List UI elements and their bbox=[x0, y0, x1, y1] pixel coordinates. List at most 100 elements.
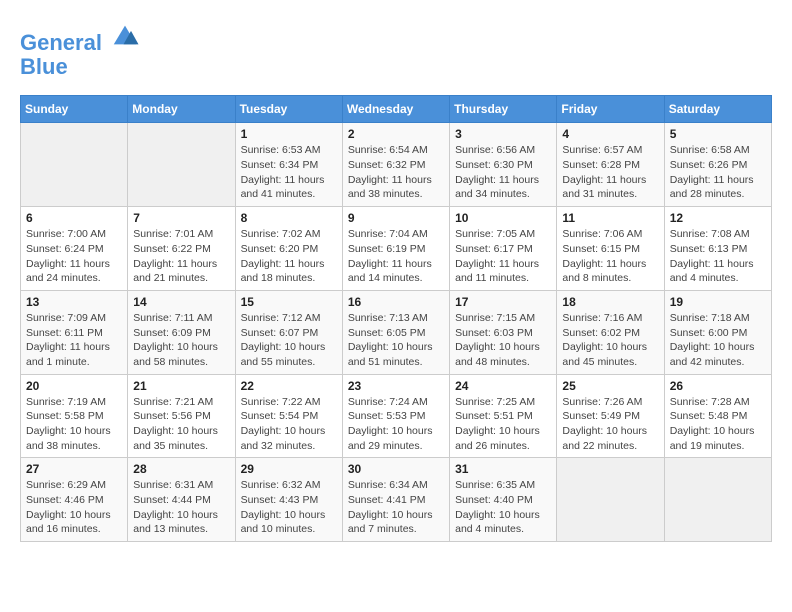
sunset-label: Sunset: 5:58 PM bbox=[26, 410, 104, 422]
day-info: Sunrise: 7:22 AM Sunset: 5:54 PM Dayligh… bbox=[241, 395, 337, 454]
daylight-label: Daylight: 10 hours and 13 minutes. bbox=[133, 509, 218, 536]
daylight-label: Daylight: 11 hours and 21 minutes. bbox=[133, 258, 217, 285]
daylight-label: Daylight: 10 hours and 22 minutes. bbox=[562, 425, 647, 452]
day-info: Sunrise: 6:32 AM Sunset: 4:43 PM Dayligh… bbox=[241, 478, 337, 537]
day-number: 30 bbox=[348, 462, 444, 476]
sunset-label: Sunset: 6:11 PM bbox=[26, 327, 103, 339]
calendar-cell: 21 Sunrise: 7:21 AM Sunset: 5:56 PM Dayl… bbox=[128, 374, 235, 458]
day-number: 18 bbox=[562, 295, 658, 309]
day-number: 1 bbox=[241, 127, 337, 141]
calendar-cell: 20 Sunrise: 7:19 AM Sunset: 5:58 PM Dayl… bbox=[21, 374, 128, 458]
sunrise-label: Sunrise: 7:16 AM bbox=[562, 312, 642, 324]
day-info: Sunrise: 7:19 AM Sunset: 5:58 PM Dayligh… bbox=[26, 395, 122, 454]
sunrise-label: Sunrise: 7:15 AM bbox=[455, 312, 535, 324]
daylight-label: Daylight: 11 hours and 38 minutes. bbox=[348, 174, 432, 201]
calendar-cell: 15 Sunrise: 7:12 AM Sunset: 6:07 PM Dayl… bbox=[235, 290, 342, 374]
day-info: Sunrise: 7:11 AM Sunset: 6:09 PM Dayligh… bbox=[133, 311, 229, 370]
day-number: 23 bbox=[348, 379, 444, 393]
daylight-label: Daylight: 11 hours and 4 minutes. bbox=[670, 258, 754, 285]
daylight-label: Daylight: 10 hours and 4 minutes. bbox=[455, 509, 540, 536]
weekday-header: Saturday bbox=[664, 96, 771, 123]
sunset-label: Sunset: 4:46 PM bbox=[26, 494, 104, 506]
sunrise-label: Sunrise: 6:29 AM bbox=[26, 479, 106, 491]
daylight-label: Daylight: 10 hours and 58 minutes. bbox=[133, 341, 218, 368]
sunset-label: Sunset: 6:02 PM bbox=[562, 327, 640, 339]
day-number: 24 bbox=[455, 379, 551, 393]
sunset-label: Sunset: 6:19 PM bbox=[348, 243, 426, 255]
calendar-cell: 3 Sunrise: 6:56 AM Sunset: 6:30 PM Dayli… bbox=[450, 123, 557, 207]
daylight-label: Daylight: 10 hours and 51 minutes. bbox=[348, 341, 433, 368]
day-number: 22 bbox=[241, 379, 337, 393]
calendar-cell bbox=[21, 123, 128, 207]
day-number: 4 bbox=[562, 127, 658, 141]
daylight-label: Daylight: 10 hours and 29 minutes. bbox=[348, 425, 433, 452]
page-header: General Blue bbox=[20, 20, 772, 79]
calendar-week-row: 1 Sunrise: 6:53 AM Sunset: 6:34 PM Dayli… bbox=[21, 123, 772, 207]
daylight-label: Daylight: 11 hours and 41 minutes. bbox=[241, 174, 325, 201]
daylight-label: Daylight: 10 hours and 10 minutes. bbox=[241, 509, 326, 536]
sunset-label: Sunset: 6:00 PM bbox=[670, 327, 748, 339]
logo-text: General bbox=[20, 20, 140, 55]
calendar-cell: 9 Sunrise: 7:04 AM Sunset: 6:19 PM Dayli… bbox=[342, 207, 449, 291]
day-info: Sunrise: 6:34 AM Sunset: 4:41 PM Dayligh… bbox=[348, 478, 444, 537]
sunset-label: Sunset: 6:22 PM bbox=[133, 243, 211, 255]
day-number: 19 bbox=[670, 295, 766, 309]
daylight-label: Daylight: 11 hours and 24 minutes. bbox=[26, 258, 110, 285]
day-number: 13 bbox=[26, 295, 122, 309]
sunset-label: Sunset: 6:15 PM bbox=[562, 243, 640, 255]
sunset-label: Sunset: 6:07 PM bbox=[241, 327, 319, 339]
daylight-label: Daylight: 11 hours and 34 minutes. bbox=[455, 174, 539, 201]
sunset-label: Sunset: 6:09 PM bbox=[133, 327, 211, 339]
calendar-cell: 6 Sunrise: 7:00 AM Sunset: 6:24 PM Dayli… bbox=[21, 207, 128, 291]
day-number: 6 bbox=[26, 211, 122, 225]
sunset-label: Sunset: 6:05 PM bbox=[348, 327, 426, 339]
day-info: Sunrise: 7:21 AM Sunset: 5:56 PM Dayligh… bbox=[133, 395, 229, 454]
calendar-cell: 26 Sunrise: 7:28 AM Sunset: 5:48 PM Dayl… bbox=[664, 374, 771, 458]
day-number: 26 bbox=[670, 379, 766, 393]
day-info: Sunrise: 6:56 AM Sunset: 6:30 PM Dayligh… bbox=[455, 143, 551, 202]
calendar-cell bbox=[664, 458, 771, 542]
day-info: Sunrise: 7:15 AM Sunset: 6:03 PM Dayligh… bbox=[455, 311, 551, 370]
weekday-header: Sunday bbox=[21, 96, 128, 123]
day-info: Sunrise: 7:26 AM Sunset: 5:49 PM Dayligh… bbox=[562, 395, 658, 454]
calendar-table: SundayMondayTuesdayWednesdayThursdayFrid… bbox=[20, 95, 772, 542]
day-info: Sunrise: 7:25 AM Sunset: 5:51 PM Dayligh… bbox=[455, 395, 551, 454]
sunrise-label: Sunrise: 7:26 AM bbox=[562, 396, 642, 408]
logo: General Blue bbox=[20, 20, 140, 79]
calendar-week-row: 13 Sunrise: 7:09 AM Sunset: 6:11 PM Dayl… bbox=[21, 290, 772, 374]
daylight-label: Daylight: 11 hours and 8 minutes. bbox=[562, 258, 646, 285]
day-info: Sunrise: 7:05 AM Sunset: 6:17 PM Dayligh… bbox=[455, 227, 551, 286]
calendar-cell: 25 Sunrise: 7:26 AM Sunset: 5:49 PM Dayl… bbox=[557, 374, 664, 458]
calendar-cell: 13 Sunrise: 7:09 AM Sunset: 6:11 PM Dayl… bbox=[21, 290, 128, 374]
sunrise-label: Sunrise: 6:31 AM bbox=[133, 479, 213, 491]
sunset-label: Sunset: 6:30 PM bbox=[455, 159, 533, 171]
day-info: Sunrise: 7:04 AM Sunset: 6:19 PM Dayligh… bbox=[348, 227, 444, 286]
calendar-cell: 17 Sunrise: 7:15 AM Sunset: 6:03 PM Dayl… bbox=[450, 290, 557, 374]
sunset-label: Sunset: 4:44 PM bbox=[133, 494, 211, 506]
sunset-label: Sunset: 6:24 PM bbox=[26, 243, 104, 255]
sunset-label: Sunset: 4:41 PM bbox=[348, 494, 426, 506]
calendar-cell: 22 Sunrise: 7:22 AM Sunset: 5:54 PM Dayl… bbox=[235, 374, 342, 458]
calendar-cell: 2 Sunrise: 6:54 AM Sunset: 6:32 PM Dayli… bbox=[342, 123, 449, 207]
daylight-label: Daylight: 10 hours and 55 minutes. bbox=[241, 341, 326, 368]
day-info: Sunrise: 6:54 AM Sunset: 6:32 PM Dayligh… bbox=[348, 143, 444, 202]
day-info: Sunrise: 7:12 AM Sunset: 6:07 PM Dayligh… bbox=[241, 311, 337, 370]
day-info: Sunrise: 6:35 AM Sunset: 4:40 PM Dayligh… bbox=[455, 478, 551, 537]
logo-blue: Blue bbox=[20, 55, 140, 79]
day-info: Sunrise: 6:58 AM Sunset: 6:26 PM Dayligh… bbox=[670, 143, 766, 202]
calendar-cell: 18 Sunrise: 7:16 AM Sunset: 6:02 PM Dayl… bbox=[557, 290, 664, 374]
sunset-label: Sunset: 4:40 PM bbox=[455, 494, 533, 506]
sunset-label: Sunset: 6:28 PM bbox=[562, 159, 640, 171]
day-number: 21 bbox=[133, 379, 229, 393]
daylight-label: Daylight: 10 hours and 42 minutes. bbox=[670, 341, 755, 368]
sunset-label: Sunset: 5:56 PM bbox=[133, 410, 211, 422]
daylight-label: Daylight: 10 hours and 19 minutes. bbox=[670, 425, 755, 452]
daylight-label: Daylight: 10 hours and 45 minutes. bbox=[562, 341, 647, 368]
sunrise-label: Sunrise: 6:34 AM bbox=[348, 479, 428, 491]
sunrise-label: Sunrise: 7:04 AM bbox=[348, 228, 428, 240]
daylight-label: Daylight: 11 hours and 18 minutes. bbox=[241, 258, 325, 285]
weekday-header: Wednesday bbox=[342, 96, 449, 123]
logo-icon bbox=[110, 20, 140, 50]
calendar-cell: 8 Sunrise: 7:02 AM Sunset: 6:20 PM Dayli… bbox=[235, 207, 342, 291]
daylight-label: Daylight: 11 hours and 14 minutes. bbox=[348, 258, 432, 285]
